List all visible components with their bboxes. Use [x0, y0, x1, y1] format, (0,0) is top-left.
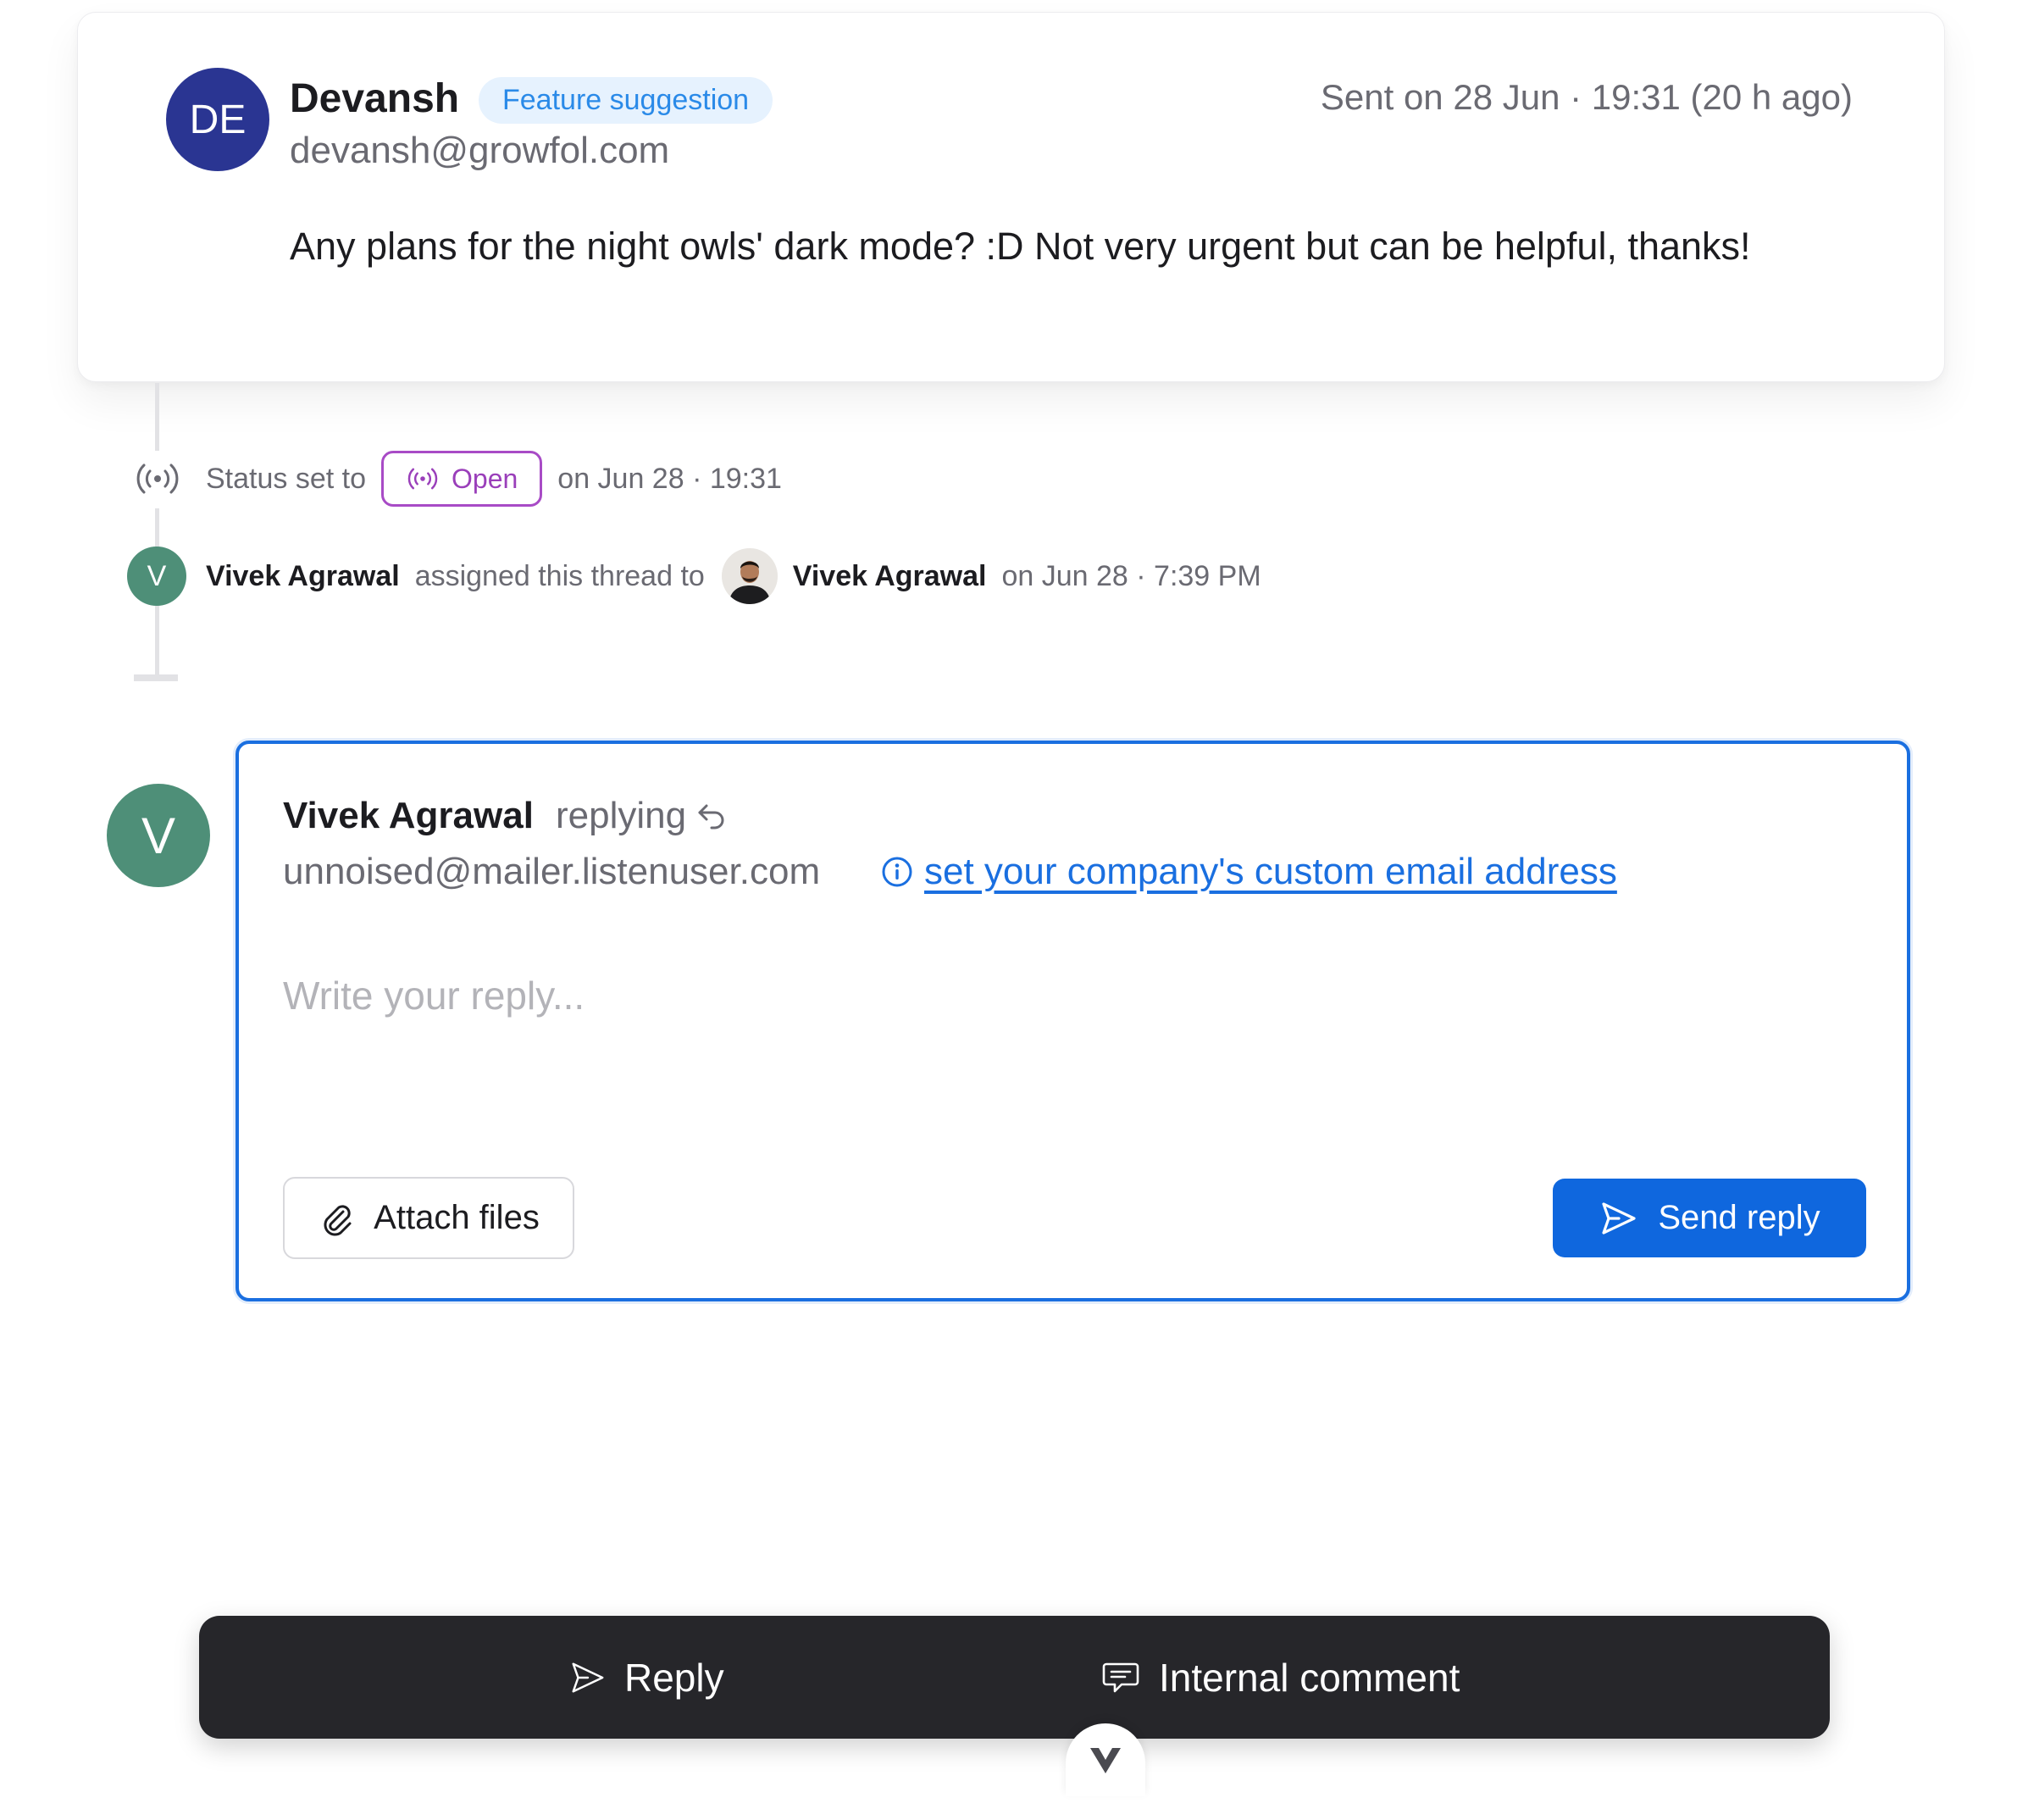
sender-initials: DE — [189, 97, 247, 142]
attach-files-button[interactable]: Attach files — [283, 1177, 574, 1259]
feature-tag-badge[interactable]: Feature suggestion — [479, 77, 773, 124]
status-event: Status set to Open on Jun 28 · 19:31 — [206, 451, 782, 507]
sender-name: Devansh — [290, 76, 460, 121]
custom-email-link-label[interactable]: set your company's custom email address — [924, 851, 1617, 893]
assign-action: assigned this thread to — [414, 559, 705, 592]
sender-avatar: DE — [166, 68, 269, 171]
composer-status: replying — [556, 795, 729, 837]
attach-files-label: Attach files — [374, 1199, 540, 1236]
sent-timestamp: Sent on 28 Jun · 19:31 (20 h ago) — [1320, 77, 1853, 117]
send-icon — [1602, 1201, 1636, 1235]
paperclip-icon — [324, 1204, 352, 1235]
composer-status-label: replying — [556, 795, 687, 836]
reply-action-bar: Reply Internal comment — [199, 1616, 1830, 1739]
assignee-name[interactable]: Vivek Agrawal — [793, 560, 987, 593]
status-event-prefix: Status set to — [206, 462, 366, 495]
composer-from-email: unnoised@mailer.listenuser.com — [283, 851, 821, 892]
send-reply-label: Send reply — [1658, 1199, 1820, 1236]
broadcast-icon — [134, 460, 181, 497]
custom-email-link[interactable]: set your company's custom email address — [880, 851, 1617, 893]
reply-arrow-icon — [698, 804, 724, 830]
status-event-time: on Jun 28 · 19:31 — [557, 462, 782, 495]
assign-event: Vivek Agrawal assigned this thread to Vi… — [206, 547, 1261, 606]
timeline-line — [155, 383, 159, 451]
sender-email: devansh@growfol.com — [290, 130, 670, 171]
collapse-toggle[interactable] — [1066, 1723, 1145, 1796]
status-open-label: Open — [452, 463, 518, 494]
internal-comment-label: Internal comment — [1159, 1655, 1460, 1700]
reply-textarea[interactable] — [283, 973, 1859, 1108]
composer-avatar: V — [107, 784, 210, 887]
reply-tab-label: Reply — [624, 1655, 724, 1700]
message-card: DE Devansh Feature suggestion devansh@gr… — [77, 12, 1945, 382]
comment-icon — [1102, 1662, 1139, 1692]
timeline-end-cap — [134, 674, 178, 681]
reply-tab-button[interactable]: Reply — [568, 1616, 724, 1739]
broadcast-icon — [407, 468, 438, 490]
internal-comment-button[interactable]: Internal comment — [1101, 1616, 1460, 1739]
info-icon — [882, 857, 912, 887]
send-icon — [572, 1662, 604, 1693]
actor-initial: V — [147, 559, 167, 592]
assign-event-time: on Jun 28 · 7:39 PM — [1001, 559, 1261, 592]
status-open-badge[interactable]: Open — [381, 451, 543, 507]
assign-actor-name[interactable]: Vivek Agrawal — [206, 560, 400, 593]
composer-avatar-initial: V — [141, 807, 176, 864]
assignee-photo-avatar — [721, 548, 778, 604]
send-reply-button[interactable]: Send reply — [1553, 1179, 1866, 1257]
message-body: Any plans for the night owls' dark mode?… — [290, 225, 1751, 268]
chevron-down-icon — [1090, 1748, 1121, 1773]
actor-avatar: V — [127, 547, 186, 606]
composer-author: Vivek Agrawal — [283, 795, 534, 836]
reply-composer: Vivek Agrawal replying unnoised@mailer.l… — [235, 741, 1910, 1301]
